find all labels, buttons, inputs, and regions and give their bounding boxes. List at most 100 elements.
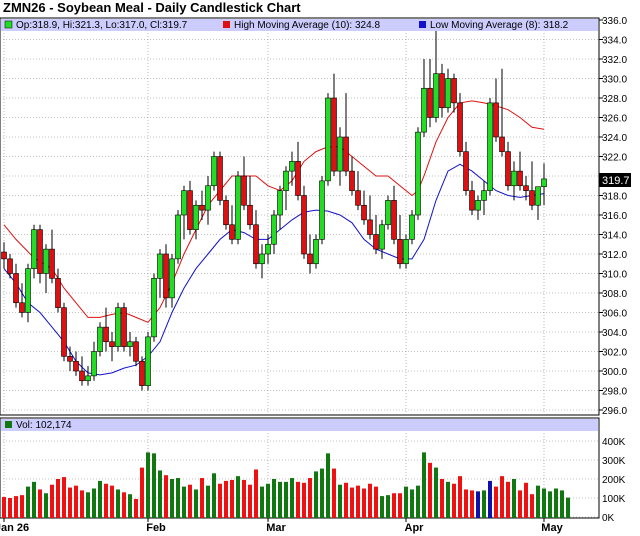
candle-body bbox=[487, 102, 493, 191]
volume-bar bbox=[254, 469, 258, 518]
price-tick-label: 318.0 bbox=[602, 192, 627, 203]
low-ma-legend-label: Low Moving Average (8): 318.2 bbox=[430, 20, 569, 31]
volume-bar bbox=[188, 484, 192, 518]
candle-body bbox=[295, 161, 301, 196]
volume-bar bbox=[146, 452, 150, 518]
candle-body bbox=[463, 151, 469, 191]
candle-body bbox=[151, 278, 157, 338]
candle-body bbox=[493, 102, 499, 138]
volume-bar bbox=[284, 481, 288, 518]
candle-body bbox=[37, 229, 43, 274]
candle-body bbox=[349, 170, 355, 191]
candle-body bbox=[283, 170, 289, 191]
candle-body bbox=[385, 200, 391, 226]
candle-body bbox=[529, 190, 535, 206]
candle-body bbox=[91, 351, 97, 377]
candle-body bbox=[517, 170, 523, 187]
low-ma-legend-swatch bbox=[419, 21, 426, 28]
volume-bar bbox=[314, 471, 318, 518]
candle-body bbox=[445, 78, 451, 109]
candle-body bbox=[7, 258, 13, 274]
volume-bar bbox=[158, 470, 162, 518]
volume-bar bbox=[56, 479, 60, 518]
volume-bar bbox=[32, 481, 36, 518]
candle-body bbox=[109, 341, 115, 347]
volume-bar bbox=[530, 494, 534, 518]
volume-bar bbox=[290, 478, 294, 518]
candle-body bbox=[19, 302, 25, 313]
high-ma-legend-swatch bbox=[223, 21, 230, 28]
volume-bar bbox=[182, 486, 186, 518]
volume-bar bbox=[80, 490, 84, 518]
volume-bar bbox=[470, 490, 474, 518]
candle-body bbox=[505, 151, 511, 187]
volume-bar bbox=[356, 485, 360, 518]
volume-bar bbox=[86, 492, 90, 518]
candle-body bbox=[409, 214, 415, 240]
candle-body bbox=[457, 102, 463, 152]
volume-bar bbox=[14, 496, 18, 518]
volume-bar bbox=[128, 494, 132, 518]
volume-bar bbox=[332, 468, 336, 518]
volume-bar bbox=[542, 488, 546, 518]
volume-bar bbox=[104, 483, 108, 518]
candle-body bbox=[325, 97, 331, 182]
price-tick-label: 322.0 bbox=[602, 153, 627, 164]
volume-bar bbox=[134, 498, 138, 518]
candle-body bbox=[175, 214, 181, 260]
candle-body bbox=[13, 273, 19, 304]
candle-body bbox=[247, 204, 253, 226]
volume-bar bbox=[122, 492, 126, 518]
volume-bar bbox=[560, 490, 564, 518]
volume-bar bbox=[338, 484, 342, 518]
volume-tick-label: 200K bbox=[602, 475, 626, 486]
volume-bar bbox=[20, 495, 24, 518]
candle-body bbox=[313, 239, 319, 265]
volume-bar bbox=[500, 476, 504, 518]
volume-bar bbox=[302, 482, 306, 518]
volume-bar bbox=[116, 489, 120, 518]
volume-tick-label: 0K bbox=[602, 513, 615, 524]
candle-body bbox=[541, 178, 547, 188]
candle-body bbox=[481, 190, 487, 201]
volume-bar bbox=[8, 498, 12, 518]
volume-bar bbox=[392, 493, 396, 518]
volume-bar bbox=[410, 489, 414, 518]
volume-bar bbox=[230, 479, 234, 518]
candle-body bbox=[85, 375, 91, 382]
volume-bar bbox=[44, 493, 48, 518]
candle-body bbox=[319, 180, 325, 240]
volume-tick-label: 100K bbox=[602, 494, 626, 505]
volume-bar bbox=[446, 481, 450, 518]
candle-body bbox=[211, 156, 217, 187]
candle-body bbox=[97, 326, 103, 352]
volume-bar bbox=[92, 488, 96, 518]
volume-bar bbox=[536, 485, 540, 518]
volume-bar bbox=[38, 489, 42, 518]
candle-body bbox=[253, 224, 259, 265]
candle-body bbox=[169, 258, 175, 299]
volume-bar bbox=[422, 452, 426, 518]
volume-bar bbox=[176, 478, 180, 518]
volume-bar bbox=[260, 486, 264, 518]
volume-bar bbox=[74, 485, 78, 518]
volume-bar bbox=[362, 488, 366, 518]
chart-root: ZMN26 - Soybean Meal - Daily Candlestick… bbox=[0, 0, 640, 536]
candle-body bbox=[43, 248, 49, 274]
chart-svg: 336.0 334.0 332.0 330.0 328.0 326.0 324.0 322.0… bbox=[0, 16, 631, 534]
volume-bar bbox=[266, 483, 270, 518]
x-tick-label: Jan 26 bbox=[0, 522, 29, 534]
price-tick-label: 332.0 bbox=[602, 55, 627, 66]
candle-body bbox=[235, 175, 241, 240]
candle-body bbox=[79, 370, 85, 382]
candle-body bbox=[307, 253, 313, 265]
price-tick-label: 304.0 bbox=[602, 328, 627, 339]
candle-body bbox=[67, 356, 73, 362]
volume-bar bbox=[566, 497, 570, 518]
volume-bar bbox=[488, 480, 492, 518]
candle-body bbox=[391, 200, 397, 240]
candle-body bbox=[193, 204, 199, 230]
candle-body bbox=[415, 131, 421, 216]
candle-body bbox=[289, 161, 295, 172]
candle-body bbox=[259, 253, 265, 265]
